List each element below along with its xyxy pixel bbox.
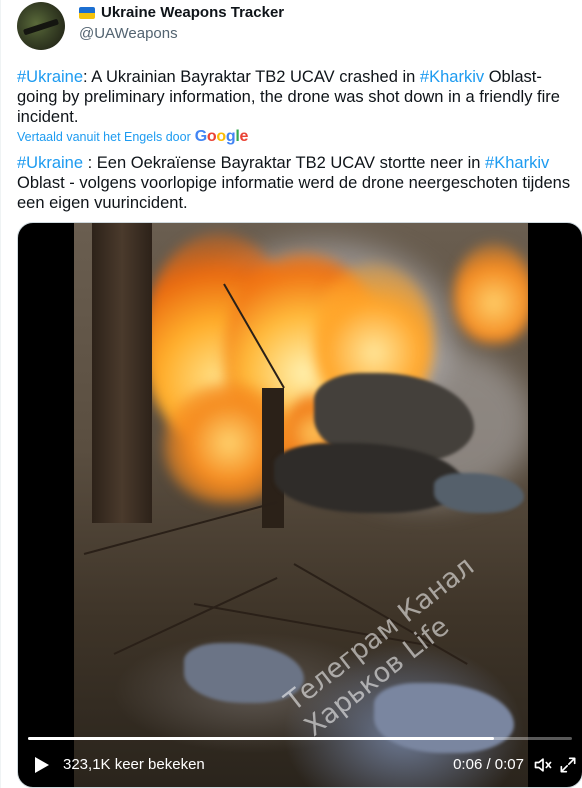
translation-hashtag-link[interactable]: #Ukraine bbox=[17, 154, 83, 172]
translation-attribution: Vertaald vanuit het Engels door Google bbox=[17, 128, 248, 146]
translation-text-segment: : Een Oekraïense Bayraktar TB2 UCAV stor… bbox=[83, 154, 486, 172]
translated-by-label: Vertaald vanuit het Engels door bbox=[17, 130, 191, 144]
play-icon[interactable] bbox=[32, 755, 50, 775]
video-progress-bar[interactable] bbox=[28, 737, 572, 740]
tweet-card: Ukraine Weapons Tracker @UAWeapons #Ukra… bbox=[0, 0, 582, 788]
video-time: 0:06 / 0:07 bbox=[453, 756, 524, 773]
video-controls: 323,1K keer bekeken 0:06 / 0:07 bbox=[18, 743, 582, 787]
translation-text-segment: Oblast - volgens voorlopige informatie w… bbox=[17, 174, 571, 212]
translation-hashtag-link[interactable]: #Kharkiv bbox=[485, 154, 549, 172]
tweet-text-segment: : A Ukrainian Bayraktar TB2 UCAV crashed… bbox=[83, 68, 420, 86]
expand-icon[interactable] bbox=[558, 755, 578, 775]
translated-text: #Ukraine : Een Oekraïense Bayraktar TB2 … bbox=[17, 153, 577, 213]
author-handle[interactable]: @UAWeapons bbox=[79, 25, 178, 42]
tweet-hashtag-link[interactable]: #Kharkiv bbox=[420, 68, 484, 86]
author-name-row: Ukraine Weapons Tracker bbox=[79, 4, 284, 21]
ukraine-flag-icon bbox=[79, 6, 95, 19]
mute-icon[interactable] bbox=[532, 755, 554, 775]
video-frame[interactable]: Телеграм Канал Харьков Life bbox=[74, 223, 528, 787]
tweet-text: #Ukraine: A Ukrainian Bayraktar TB2 UCAV… bbox=[17, 67, 577, 127]
author-display-name[interactable]: Ukraine Weapons Tracker bbox=[101, 4, 284, 21]
avatar[interactable] bbox=[17, 2, 65, 50]
video-player[interactable]: Телеграм Канал Харьков Life 323,1K keer … bbox=[17, 222, 582, 788]
google-logo: Google bbox=[194, 128, 249, 145]
tweet-hashtag-link[interactable]: #Ukraine bbox=[17, 68, 83, 86]
video-progress-fill bbox=[28, 737, 495, 740]
view-count: 323,1K keer bekeken bbox=[63, 756, 205, 773]
